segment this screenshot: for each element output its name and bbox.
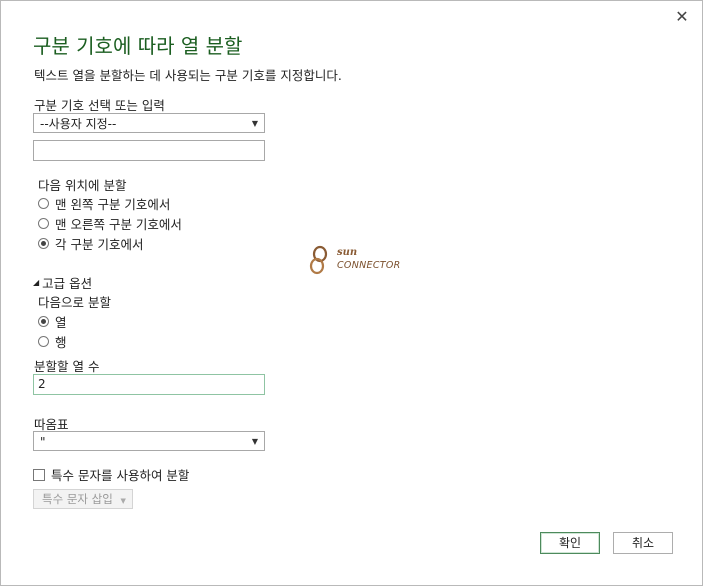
ok-button[interactable]: 확인 bbox=[540, 532, 600, 554]
column-count-input[interactable]: 2 bbox=[33, 374, 265, 395]
quote-select-value: " bbox=[40, 435, 46, 449]
insert-special-char-button: 특수 문자 삽입 ▼ bbox=[33, 489, 133, 509]
radio-each[interactable]: 각 구분 기호에서 bbox=[38, 234, 143, 253]
split-into-label: 다음으로 분할 bbox=[38, 295, 111, 310]
split-at-label: 다음 위치에 분할 bbox=[38, 178, 127, 193]
radio-button[interactable] bbox=[38, 218, 49, 229]
special-chars-checkbox-row[interactable]: 특수 문자를 사용하여 분할 bbox=[33, 465, 189, 484]
radio-rows-label: 행 bbox=[55, 335, 67, 350]
radio-leftmost[interactable]: 맨 왼쪽 구분 기호에서 bbox=[38, 194, 170, 213]
split-column-dialog: ✕ 구분 기호에 따라 열 분할 텍스트 열을 분할하는 데 사용되는 구분 기… bbox=[0, 0, 703, 586]
chevron-down-icon: ▼ bbox=[120, 497, 126, 505]
insert-special-char-label: 특수 문자 삽입 bbox=[42, 492, 113, 506]
advanced-options-toggle[interactable]: ◢ 고급 옵션 bbox=[33, 273, 92, 292]
watermark-text-connector: CONNECTOR bbox=[337, 260, 401, 271]
column-count-label: 분할할 열 수 bbox=[34, 359, 100, 374]
triangle-collapse-icon: ◢ bbox=[33, 278, 40, 287]
delimiter-select[interactable]: --사용자 지정-- ▼ bbox=[33, 113, 265, 133]
delimiter-label: 구분 기호 선택 또는 입력 bbox=[34, 98, 165, 113]
dialog-title: 구분 기호에 따라 열 분할 bbox=[33, 34, 243, 58]
radio-button[interactable] bbox=[38, 336, 49, 347]
radio-button-checked[interactable] bbox=[38, 238, 49, 249]
chevron-down-icon: ▼ bbox=[251, 437, 258, 446]
special-chars-label: 특수 문자를 사용하여 분할 bbox=[51, 468, 190, 483]
chevron-down-icon: ▼ bbox=[251, 119, 258, 128]
radio-button-checked[interactable] bbox=[38, 316, 49, 327]
custom-delimiter-input[interactable] bbox=[33, 140, 265, 161]
special-chars-checkbox[interactable] bbox=[33, 468, 45, 481]
radio-columns[interactable]: 열 bbox=[38, 312, 67, 331]
radio-columns-label: 열 bbox=[55, 315, 67, 330]
radio-leftmost-label: 맨 왼쪽 구분 기호에서 bbox=[55, 197, 171, 212]
advanced-options-label: 고급 옵션 bbox=[42, 276, 93, 291]
radio-button[interactable] bbox=[38, 198, 49, 209]
dialog-subtitle: 텍스트 열을 분할하는 데 사용되는 구분 기호를 지정합니다. bbox=[34, 68, 342, 83]
quote-select[interactable]: " ▼ bbox=[33, 431, 265, 451]
cancel-button[interactable]: 취소 bbox=[613, 532, 673, 554]
delimiter-select-value: --사용자 지정-- bbox=[40, 117, 117, 131]
watermark-logo: sun CONNECTOR bbox=[307, 243, 403, 277]
watermark-text-sun: sun bbox=[337, 247, 358, 258]
radio-rows[interactable]: 행 bbox=[38, 332, 67, 351]
radio-each-label: 각 구분 기호에서 bbox=[55, 237, 144, 252]
radio-rightmost-label: 맨 오른쪽 구분 기호에서 bbox=[55, 217, 182, 232]
chain-link-icon bbox=[309, 245, 328, 275]
close-icon[interactable]: ✕ bbox=[672, 7, 692, 27]
radio-rightmost[interactable]: 맨 오른쪽 구분 기호에서 bbox=[38, 214, 182, 233]
